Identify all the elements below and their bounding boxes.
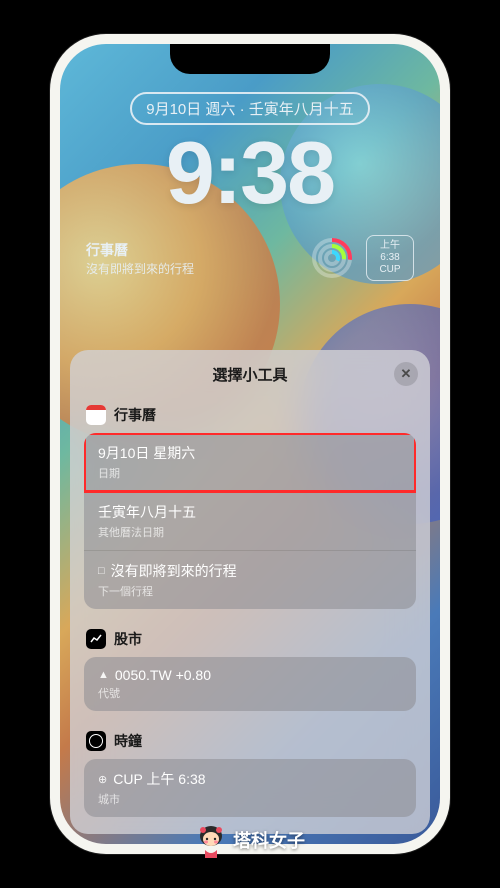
watermark: 塔科女子 — [195, 822, 305, 858]
phone-frame: 9月10日 週六 · 壬寅年八月十五 9:38 行事曆 沒有即將到來的行程 — [50, 34, 450, 854]
section-group-stocks: ▲ 0050.TW +0.80 代號 — [84, 657, 416, 711]
close-button[interactable]: ✕ — [394, 362, 418, 386]
clock-icon — [86, 731, 106, 751]
widget-picker-sheet: 選擇小工具 ✕ 行事曆 9月10日 星期六 日期 壬寅年八月十五 — [70, 350, 430, 834]
widget-option-altcalendar[interactable]: 壬寅年八月十五 其他曆法日期 — [84, 492, 416, 551]
mascot-icon — [195, 822, 227, 858]
widget-option-date[interactable]: 9月10日 星期六 日期 — [84, 433, 416, 492]
row-title: □ 沒有即將到來的行程 — [98, 561, 402, 581]
widget-option-stock[interactable]: ▲ 0050.TW +0.80 代號 — [84, 657, 416, 711]
section-group-clock: ⊕ CUP 上午 6:38 城市 — [84, 759, 416, 817]
phone-screen: 9月10日 週六 · 壬寅年八月十五 9:38 行事曆 沒有即將到來的行程 — [60, 44, 440, 844]
section-title: 股市 — [114, 629, 142, 649]
activity-ring-icon — [310, 236, 354, 280]
row-subtitle: 日期 — [98, 465, 402, 481]
up-triangle-icon: ▲ — [98, 669, 109, 681]
row-title: 壬寅年八月十五 — [98, 502, 402, 522]
activity-ring-widget[interactable] — [310, 236, 354, 280]
sheet-title: 選擇小工具 — [212, 364, 287, 385]
calendar-widget[interactable]: 行事曆 沒有即將到來的行程 — [86, 240, 298, 277]
row-subtitle: 代號 — [98, 685, 402, 701]
calendar-icon — [86, 405, 106, 425]
lockscreen-time: 9:38 — [166, 129, 334, 217]
section-title: 時鐘 — [114, 731, 142, 751]
section-header-clock: 時鐘 — [84, 725, 416, 759]
section-title: 行事曆 — [114, 405, 156, 425]
watermark-text: 塔科女子 — [233, 827, 305, 853]
row-title: ▲ 0050.TW +0.80 — [98, 667, 402, 683]
close-icon: ✕ — [401, 366, 412, 382]
section-group-calendar: 9月10日 星期六 日期 壬寅年八月十五 其他曆法日期 □ 沒有即將到來的行程 … — [84, 433, 416, 609]
row-title: ⊕ CUP 上午 6:38 — [98, 769, 402, 789]
date-pill[interactable]: 9月10日 週六 · 壬寅年八月十五 — [130, 92, 370, 125]
section-header-stocks: 股市 — [84, 623, 416, 657]
widget-row: 行事曆 沒有即將到來的行程 上午 6:38 CU — [60, 235, 440, 281]
section-header-calendar: 行事曆 — [84, 399, 416, 433]
calendar-widget-title: 行事曆 — [86, 240, 298, 260]
world-clock-widget[interactable]: 上午 6:38 CUP — [366, 235, 414, 281]
calendar-widget-subtitle: 沒有即將到來的行程 — [86, 260, 298, 277]
widget-option-worldclock[interactable]: ⊕ CUP 上午 6:38 城市 — [84, 759, 416, 817]
sheet-body[interactable]: 行事曆 9月10日 星期六 日期 壬寅年八月十五 其他曆法日期 □ 沒有即將 — [70, 399, 430, 834]
lockscreen-header: 9月10日 週六 · 壬寅年八月十五 9:38 行事曆 沒有即將到來的行程 — [60, 92, 440, 281]
notch — [170, 44, 330, 74]
widget-option-nextevent[interactable]: □ 沒有即將到來的行程 下一個行程 — [84, 551, 416, 609]
calendar-empty-icon: □ — [98, 565, 105, 577]
stocks-icon — [86, 629, 106, 649]
globe-icon: ⊕ — [98, 773, 107, 786]
row-title: 9月10日 星期六 — [98, 443, 402, 463]
row-subtitle: 下一個行程 — [98, 583, 402, 599]
row-subtitle: 城市 — [98, 791, 402, 807]
sheet-header: 選擇小工具 ✕ — [70, 350, 430, 399]
row-subtitle: 其他曆法日期 — [98, 524, 402, 540]
